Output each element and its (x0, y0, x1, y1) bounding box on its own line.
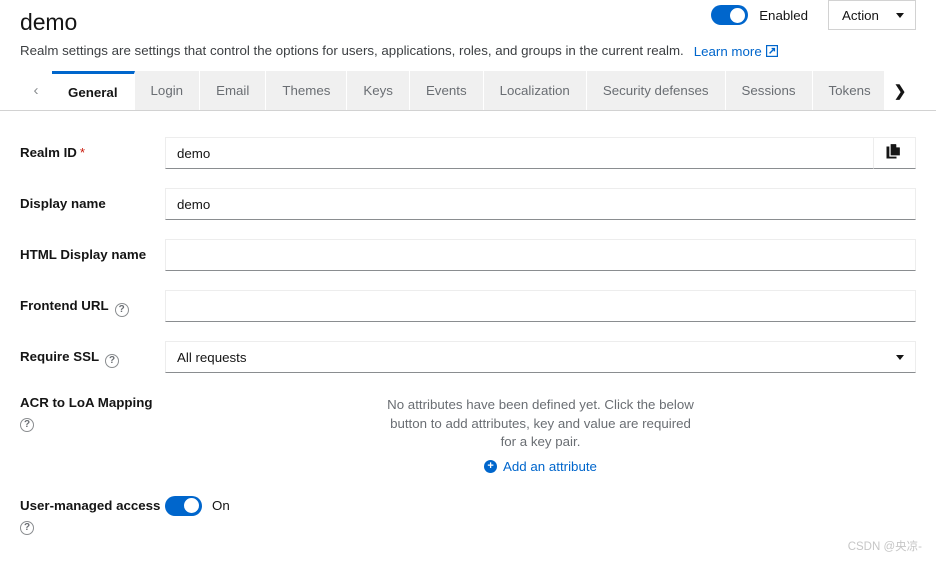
realm-enabled-label: Enabled (759, 7, 808, 23)
field-row-require-ssl: Require SSL? All requests (20, 341, 916, 373)
chevron-right-icon: ❯ (893, 82, 907, 100)
tab-label: Tokens (828, 83, 871, 98)
require-ssl-label: Require SSL? (20, 341, 165, 368)
label-text: User-managed access (20, 497, 161, 513)
realm-settings-tabs: ‹ General Login Email Themes Keys Events… (0, 71, 936, 111)
user-managed-access-toggle[interactable] (165, 495, 202, 516)
tab-localization[interactable]: Localization (483, 71, 587, 110)
require-ssl-selected-value: All requests (177, 349, 247, 365)
plus-circle-icon: + (484, 459, 498, 473)
field-row-display-name: Display name (20, 188, 916, 220)
acr-to-loa-empty-state: No attributes have been defined yet. Cli… (165, 392, 916, 474)
tab-label: Login (150, 83, 184, 98)
realm-id-field-area (165, 137, 916, 169)
user-managed-access-control: On (165, 494, 230, 516)
tab-general[interactable]: General (52, 71, 135, 110)
frontend-url-input[interactable] (165, 290, 916, 322)
tabs-scroll-left-button[interactable]: ‹ (20, 71, 52, 110)
field-row-html-display-name: HTML Display name (20, 239, 916, 271)
label-text: Require SSL (20, 349, 100, 364)
tab-keys[interactable]: Keys (347, 71, 410, 110)
external-link-icon (765, 44, 778, 58)
action-dropdown-button[interactable]: Action (828, 0, 916, 30)
tab-list: General Login Email Themes Keys Events L… (52, 71, 884, 110)
help-icon[interactable]: ? (20, 520, 34, 535)
acr-to-loa-empty-text: No attributes have been defined yet. Cli… (387, 397, 694, 449)
user-managed-access-label: User-managed access ? (20, 494, 165, 535)
frontend-url-field-area (165, 290, 916, 322)
general-settings-form: Realm ID* Display name HTML Display name (0, 111, 936, 535)
tab-security-defenses[interactable]: Security defenses (586, 71, 726, 110)
tab-label: Themes (282, 83, 331, 98)
label-text: Realm ID (20, 145, 77, 160)
realm-enabled-toggle[interactable] (711, 5, 749, 25)
html-display-name-input[interactable] (165, 239, 916, 271)
caret-down-icon (896, 354, 904, 360)
require-ssl-field-area: All requests (165, 341, 916, 373)
toggle-knob (184, 498, 199, 513)
realm-id-input[interactable] (165, 137, 874, 169)
caret-down-icon (896, 12, 904, 18)
help-icon[interactable]: ? (20, 418, 34, 432)
add-an-attribute-label: Add an attribute (503, 458, 597, 474)
page-subtitle-row: Realm settings are settings that control… (20, 42, 916, 60)
tab-label: Email (216, 83, 250, 98)
copy-icon (886, 142, 903, 165)
display-name-input[interactable] (165, 188, 916, 220)
tab-label: Localization (499, 83, 570, 98)
help-icon[interactable]: ? (114, 303, 129, 317)
toggle-knob (730, 7, 746, 23)
required-marker: * (79, 145, 86, 160)
user-managed-access-state-label: On (212, 498, 230, 513)
html-display-name-label: HTML Display name (20, 247, 147, 262)
tab-tokens[interactable]: Tokens (812, 71, 884, 110)
header-actions: Enabled Action (711, 0, 916, 30)
tabs-scroll-right-button[interactable]: ❯ (884, 71, 916, 110)
learn-more-link[interactable]: Learn more (694, 44, 778, 59)
display-name-field-area (165, 188, 916, 220)
add-an-attribute-button[interactable]: + Add an attribute (484, 459, 597, 474)
frontend-url-label: Frontend URL? (20, 290, 165, 317)
require-ssl-select[interactable]: All requests (165, 341, 916, 373)
field-row-acr-to-loa-mapping: ACR to LoA Mapping ? No attributes have … (20, 392, 916, 474)
tab-login[interactable]: Login (134, 71, 201, 110)
tab-label: Events (425, 83, 467, 98)
acr-to-loa-label: ACR to LoA Mapping ? (20, 392, 165, 432)
tab-email[interactable]: Email (200, 71, 267, 110)
copy-realm-id-button[interactable] (874, 137, 916, 169)
tab-label: Sessions (741, 83, 796, 98)
csdn-watermark: CSDN @央凉- (847, 541, 922, 553)
field-row-realm-id: Realm ID * (20, 137, 916, 169)
page-subtitle: Realm settings are settings that control… (20, 43, 684, 58)
tab-events[interactable]: Events (409, 71, 484, 110)
field-row-user-managed-access: User-managed access ? On (20, 494, 916, 535)
tab-label: Keys (363, 83, 393, 98)
chevron-left-icon: ‹ (33, 82, 39, 99)
html-display-name-field-area (165, 239, 916, 271)
tab-themes[interactable]: Themes (266, 71, 348, 110)
help-icon[interactable]: ? (105, 354, 120, 368)
realm-id-label: Realm ID * (20, 137, 165, 162)
action-dropdown-label: Action (842, 7, 879, 23)
tab-sessions[interactable]: Sessions (725, 71, 813, 110)
tab-label: Security defenses (602, 83, 709, 98)
label-text: ACR to LoA Mapping (20, 395, 153, 410)
tab-label: General (68, 84, 118, 100)
field-row-frontend-url: Frontend URL? (20, 290, 916, 322)
learn-more-label: Learn more (693, 43, 762, 59)
display-name-label: Display name (20, 196, 106, 211)
label-text: Frontend URL (20, 298, 109, 313)
page-header: demo Realm settings are settings that co… (0, 0, 936, 64)
